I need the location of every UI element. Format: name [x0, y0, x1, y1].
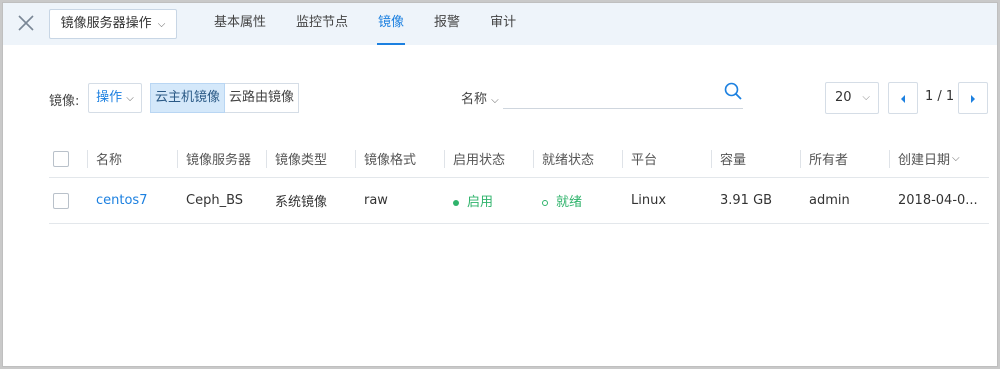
tab-images[interactable]: 镜像 [363, 3, 419, 45]
chevron-down-icon: ⌵ [157, 19, 166, 30]
column-header-label: 名称 [96, 153, 123, 168]
cell-platform: Linux [622, 178, 711, 223]
table-row[interactable]: centos7 Ceph_BS 系统镜像 raw 启用 就绪 Linux 3.9… [49, 178, 989, 224]
status-dot-icon [453, 200, 459, 206]
cell-text: raw [364, 193, 388, 208]
column-header-label: 镜像格式 [364, 153, 417, 168]
image-label: 镜像: [49, 94, 80, 109]
close-icon [18, 15, 34, 31]
segment-vrouter-image[interactable]: 云路由镜像 [225, 83, 300, 113]
prev-page-button[interactable] [888, 82, 918, 114]
cell-server: Ceph_BS [177, 178, 266, 223]
select-all-checkbox[interactable] [53, 150, 69, 167]
status-text: 启用 [467, 195, 494, 210]
cell-text: 系统镜像 [275, 195, 328, 210]
search-field-selector[interactable]: 名称 ⌵ [461, 88, 499, 107]
status-badge: 就绪 [533, 191, 582, 210]
chevron-down-icon: ⌵ [862, 92, 870, 103]
column-header[interactable]: 镜像类型 [266, 140, 355, 177]
cell-capacity: 3.91 GB [711, 178, 800, 223]
image-server-ops-button[interactable]: 镜像服务器操作 ⌵ [49, 9, 177, 39]
cell-format: raw [355, 178, 444, 223]
column-header-created-date[interactable]: 创建日期 ⌵ [889, 140, 989, 177]
ops-button-label: 镜像服务器操作 [60, 16, 152, 31]
row-select-cell [49, 178, 87, 223]
tab-label: 镜像 [378, 15, 405, 30]
status-badge: 启用 [444, 191, 493, 210]
search-icon[interactable] [723, 81, 743, 101]
sort-chevron-down-icon: ⌵ [952, 153, 960, 164]
cell-name: centos7 [87, 178, 177, 223]
segment-vm-image[interactable]: 云主机镜像 [150, 83, 226, 113]
cell-owner: admin [800, 178, 889, 223]
top-bar: 镜像服务器操作 ⌵ 基本属性 监控节点 镜像 报警 审计 [3, 3, 997, 45]
tab-basic-properties[interactable]: 基本属性 [199, 3, 281, 45]
close-button[interactable] [15, 12, 37, 34]
image-table: 名称 镜像服务器 镜像类型 镜像格式 启用状态 就绪状态 平台 容量 所有者 创… [49, 140, 989, 224]
column-header-label: 镜像类型 [275, 153, 328, 168]
column-header[interactable]: 所有者 [800, 140, 889, 177]
tab-audit[interactable]: 审计 [475, 3, 531, 45]
column-header[interactable]: 平台 [622, 140, 711, 177]
chevron-down-icon: ⌵ [126, 93, 134, 104]
cell-created: 2018-04-0... [889, 178, 989, 223]
status-text: 就绪 [556, 195, 583, 210]
column-header-label: 所有者 [809, 153, 849, 168]
tab-monitor-nodes[interactable]: 监控节点 [281, 3, 363, 45]
column-header-label: 镜像服务器 [186, 153, 252, 168]
image-name-link[interactable]: centos7 [87, 193, 147, 208]
column-header[interactable]: 镜像格式 [355, 140, 444, 177]
caret-left-icon [901, 95, 905, 103]
column-header[interactable]: 就绪状态 [533, 140, 622, 177]
column-header-label: 就绪状态 [542, 153, 595, 168]
tab-label: 审计 [490, 15, 517, 30]
caret-right-icon [971, 95, 975, 103]
page-indicator: 1 / 1 [925, 89, 955, 104]
search-input[interactable] [503, 81, 743, 109]
cell-text: 3.91 GB [720, 193, 773, 208]
cell-text: Linux [631, 193, 667, 208]
status-ring-icon [542, 200, 548, 206]
segment-label: 云路由镜像 [229, 90, 295, 105]
column-header-label: 容量 [720, 153, 747, 168]
tab-label: 报警 [434, 15, 461, 30]
cell-text: Ceph_BS [186, 193, 244, 208]
page-size-value: 20 [835, 90, 852, 105]
operation-dropdown-label: 操作 [96, 90, 123, 105]
chevron-down-icon: ⌵ [491, 95, 499, 106]
tab-label: 监控节点 [296, 15, 349, 30]
tab-bar: 基本属性 监控节点 镜像 报警 审计 [199, 3, 531, 45]
cell-text: admin [809, 193, 850, 208]
cell-type: 系统镜像 [266, 178, 355, 223]
select-all-cell [49, 140, 87, 177]
column-header-label: 启用状态 [453, 153, 506, 168]
tab-alarms[interactable]: 报警 [419, 3, 475, 45]
column-header[interactable]: 名称 [87, 140, 177, 177]
image-type-segment: 云主机镜像 云路由镜像 [150, 83, 300, 113]
cell-enable-state: 启用 [444, 178, 533, 223]
tab-label: 基本属性 [214, 15, 267, 30]
column-header[interactable]: 启用状态 [444, 140, 533, 177]
column-header[interactable]: 容量 [711, 140, 800, 177]
row-checkbox[interactable] [53, 192, 69, 209]
cell-text: 2018-04-0... [898, 193, 978, 208]
next-page-button[interactable] [958, 82, 988, 114]
segment-label: 云主机镜像 [155, 90, 221, 105]
operation-dropdown[interactable]: 操作 ⌵ [88, 83, 142, 113]
column-header-label: 创建日期 [898, 153, 951, 168]
page-size-select[interactable]: 20 ⌵ [825, 82, 879, 114]
column-header-label: 平台 [631, 153, 658, 168]
detail-panel: 镜像服务器操作 ⌵ 基本属性 监控节点 镜像 报警 审计 镜像: 操作 ⌵ 云主… [2, 2, 998, 367]
table-header: 名称 镜像服务器 镜像类型 镜像格式 启用状态 就绪状态 平台 容量 所有者 创… [49, 140, 989, 178]
search-field-label: 名称 [461, 92, 488, 107]
column-header[interactable]: 镜像服务器 [177, 140, 266, 177]
cell-ready-state: 就绪 [533, 178, 622, 223]
